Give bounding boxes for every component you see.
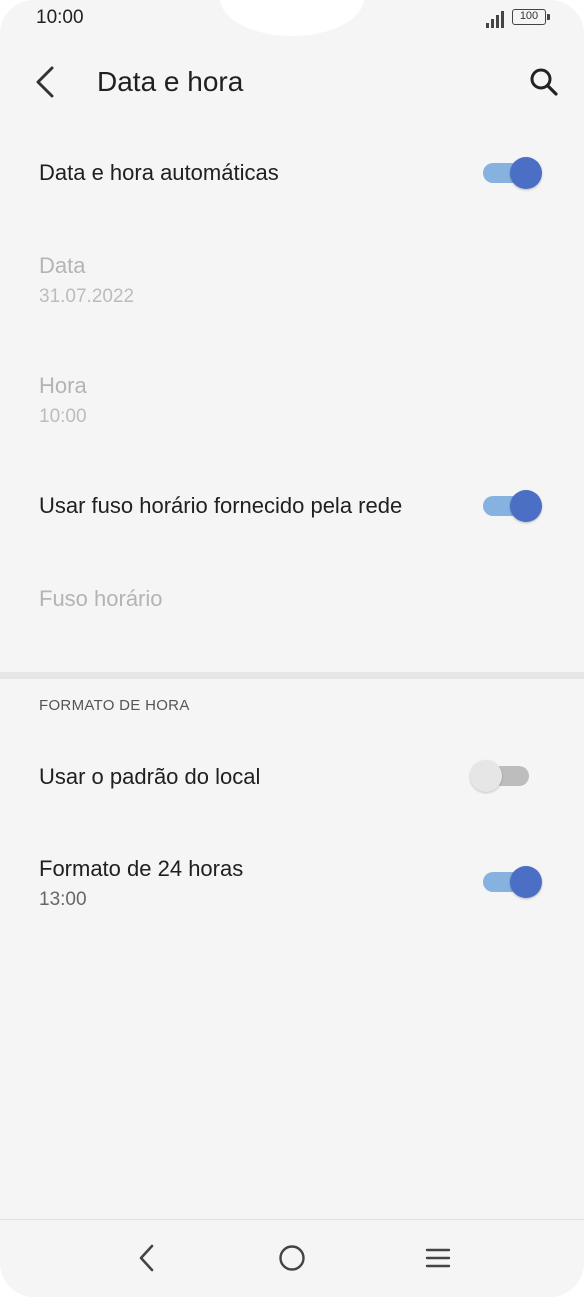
nav-home-icon	[279, 1245, 305, 1271]
back-button[interactable]	[26, 62, 66, 102]
auto-datetime-switch[interactable]	[483, 156, 543, 190]
switch-thumb	[510, 490, 542, 522]
setting-label: Data	[39, 253, 86, 278]
battery-level: 100	[519, 10, 539, 22]
nav-menu-icon	[425, 1248, 451, 1268]
section-divider	[0, 672, 584, 679]
toolbar: Data e hora	[0, 44, 584, 120]
arrow-left-icon	[36, 66, 54, 98]
switch-thumb	[510, 866, 542, 898]
nav-back-icon	[139, 1244, 154, 1272]
battery-icon: 100	[512, 9, 550, 25]
switch-thumb	[510, 157, 542, 189]
status-bar: 10:00 100	[0, 0, 584, 40]
setting-label: Formato de 24 horas	[39, 856, 244, 881]
format-24h-switch[interactable]	[483, 865, 543, 899]
setting-label: Data e hora automáticas	[39, 160, 279, 185]
setting-date: Data 31.07.2022	[0, 240, 584, 320]
setting-network-timezone[interactable]: Usar fuso horário fornecido pela rede	[0, 463, 584, 551]
setting-24h-format[interactable]: Formato de 24 horas 13:00	[0, 840, 584, 928]
setting-auto-datetime[interactable]: Data e hora automáticas	[0, 130, 584, 218]
setting-value: 10:00	[39, 406, 87, 427]
nav-back-button[interactable]	[124, 1238, 168, 1278]
setting-value: 31.07.2022	[39, 286, 135, 307]
setting-timezone: Fuso horário	[0, 566, 584, 636]
status-time: 10:00	[36, 7, 84, 28]
setting-time: Hora 10:00	[0, 360, 584, 440]
setting-value: 13:00	[39, 889, 87, 910]
navigation-bar	[0, 1219, 584, 1297]
setting-use-locale-default[interactable]: Usar o padrão do local	[0, 734, 584, 822]
search-button[interactable]	[522, 62, 566, 102]
switch-thumb	[470, 760, 502, 792]
nav-menu-button[interactable]	[416, 1238, 460, 1278]
setting-label: Hora	[39, 373, 87, 398]
signal-icon	[486, 10, 506, 28]
setting-label: Fuso horário	[39, 586, 163, 611]
page-title: Data e hora	[97, 66, 244, 97]
camera-notch	[220, 0, 364, 36]
network-timezone-switch[interactable]	[483, 489, 543, 523]
section-header-time-format: FORMATO DE HORA	[39, 697, 190, 714]
setting-label: Usar fuso horário fornecido pela rede	[39, 493, 403, 518]
locale-default-switch[interactable]	[470, 759, 543, 793]
nav-home-button[interactable]	[270, 1238, 314, 1278]
settings-screen: 10:00 100 Data e hora Data e hora automá…	[0, 0, 584, 1297]
setting-label: Usar o padrão do local	[39, 764, 261, 789]
search-icon	[530, 68, 558, 96]
